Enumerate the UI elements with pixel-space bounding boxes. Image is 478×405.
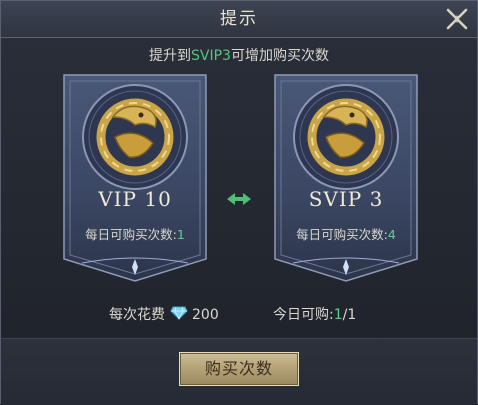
- next-daily-limit: 每日可购买次数:4: [273, 224, 419, 243]
- current-vip-label: VIP 10: [98, 187, 172, 211]
- dragon-emblem-icon: [96, 98, 174, 176]
- buy-count-button[interactable]: 购买次数: [179, 352, 299, 386]
- next-vip-label: SVIP 3: [308, 187, 384, 211]
- cost-label: 每次花费: [109, 307, 165, 323]
- current-daily-label: 每日可购买次数:: [85, 227, 177, 242]
- today-used: 1: [333, 307, 343, 323]
- purchase-dialog: 提示 提升到SVIP3可增加购买次数 VIP 10 每日可购买次数:1 SVIP…: [0, 0, 478, 405]
- title-bar: 提示: [1, 1, 477, 38]
- upgrade-hint-prefix: 提升到: [149, 48, 192, 64]
- cost-amount: 200: [192, 307, 219, 323]
- dialog-title: 提示: [220, 9, 258, 29]
- diamond-icon: [170, 306, 188, 320]
- upgrade-arrow-icon: [227, 193, 251, 205]
- next-daily-value: 4: [387, 227, 396, 242]
- close-icon[interactable]: [445, 7, 469, 31]
- next-daily-label: 每日可购买次数:: [296, 227, 388, 242]
- current-vip-card: VIP 10 每日可购买次数:1: [62, 73, 208, 283]
- upgrade-hint-suffix: 可增加购买次数: [230, 48, 329, 64]
- today-total: /1: [342, 307, 357, 323]
- current-daily-limit: 每日可购买次数:1: [62, 224, 208, 243]
- current-daily-value: 1: [176, 227, 185, 242]
- upgrade-hint-target: SVIP3: [191, 48, 231, 64]
- today-label: 今日可购:: [273, 307, 334, 323]
- next-vip-card: SVIP 3 每日可购买次数:4: [273, 73, 419, 283]
- today-remaining: 今日可购:1/1: [273, 304, 356, 324]
- cost-per-purchase: 每次花费 200: [109, 304, 219, 324]
- upgrade-hint: 提升到SVIP3可增加购买次数: [1, 45, 477, 65]
- dragon-emblem-icon: [307, 98, 385, 176]
